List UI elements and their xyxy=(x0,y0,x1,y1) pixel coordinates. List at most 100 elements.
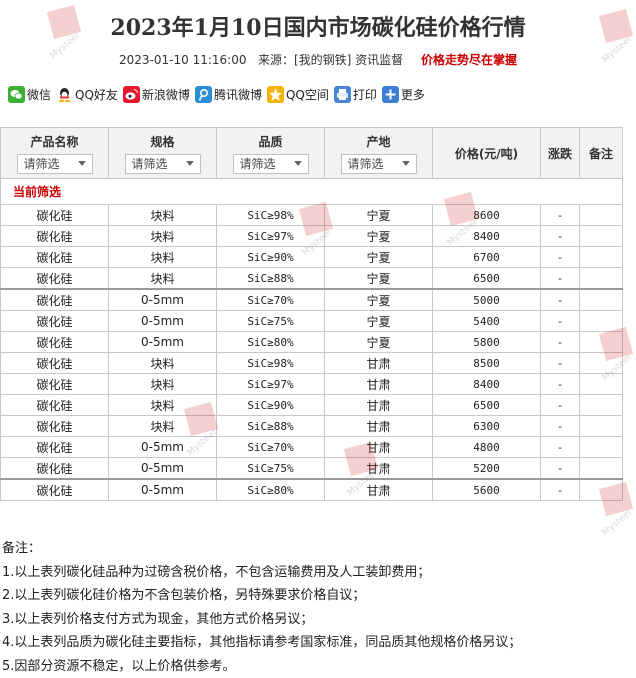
table-row: 碳化硅0-5mmSiC≥75%宁夏5400- xyxy=(1,311,623,332)
chevron-down-icon xyxy=(186,161,194,166)
cell-change: - xyxy=(541,205,580,226)
cell-remark xyxy=(580,353,623,374)
cell-name: 碳化硅 xyxy=(1,353,109,374)
cell-quality: SiC≥70% xyxy=(217,289,325,311)
cell-spec: 块料 xyxy=(109,374,217,395)
note-item: 5.因部分资源不稳定，以上价格供参考。 xyxy=(2,655,521,678)
share-wechat-label: 微信 xyxy=(27,86,51,103)
filter-origin[interactable]: 请筛选 xyxy=(341,154,417,174)
current-filter-label: 当前筛选 xyxy=(1,179,623,205)
cell-spec: 块料 xyxy=(109,268,217,290)
filter-product-name[interactable]: 请筛选 xyxy=(17,154,93,174)
table-row: 碳化硅0-5mmSiC≥70%甘肃4800- xyxy=(1,437,623,458)
cell-origin: 宁夏 xyxy=(325,226,433,247)
cell-name: 碳化硅 xyxy=(1,458,109,480)
filter-spec[interactable]: 请筛选 xyxy=(125,154,201,174)
cell-spec: 0-5mm xyxy=(109,458,217,480)
table-row: 碳化硅0-5mmSiC≥75%甘肃5200- xyxy=(1,458,623,480)
cell-quality: SiC≥98% xyxy=(217,205,325,226)
cell-remark xyxy=(580,458,623,480)
cell-quality: SiC≥98% xyxy=(217,353,325,374)
cell-change: - xyxy=(541,226,580,247)
watermark-text: Mysteel xyxy=(601,510,632,538)
cell-remark xyxy=(580,437,623,458)
table-row: 碳化硅0-5mmSiC≥70%宁夏5000- xyxy=(1,289,623,311)
note-item: 4.以上表列品质为碳化硅主要指标，其他指标请参考国家标准，同品质其他规格价格另议… xyxy=(2,631,521,655)
cell-price: 5600 xyxy=(433,479,541,501)
cell-origin: 宁夏 xyxy=(325,332,433,353)
header-product-name: 产品名称 请筛选 xyxy=(1,128,109,179)
cell-quality: SiC≥75% xyxy=(217,311,325,332)
cell-change: - xyxy=(541,416,580,437)
slogan-link[interactable]: 价格走势尽在掌握 xyxy=(421,53,517,67)
cell-origin: 甘肃 xyxy=(325,353,433,374)
cell-price: 5400 xyxy=(433,311,541,332)
cell-price: 6500 xyxy=(433,395,541,416)
cell-price: 6300 xyxy=(433,416,541,437)
cell-spec: 块料 xyxy=(109,247,217,268)
cell-spec: 0-5mm xyxy=(109,332,217,353)
share-bar: 微信 QQ好友 新浪微博 腾讯微博 QQ空间 打印 更多 xyxy=(8,86,430,103)
share-tencent-weibo[interactable]: 腾讯微博 xyxy=(195,86,262,103)
table-row: 碳化硅块料SiC≥97%宁夏8400- xyxy=(1,226,623,247)
cell-change: - xyxy=(541,437,580,458)
table-row: 碳化硅块料SiC≥98%甘肃8500- xyxy=(1,353,623,374)
cell-quality: SiC≥97% xyxy=(217,374,325,395)
cell-remark xyxy=(580,374,623,395)
cell-name: 碳化硅 xyxy=(1,247,109,268)
header-price: 价格(元/吨) xyxy=(433,128,541,179)
header-origin: 产地 请筛选 xyxy=(325,128,433,179)
notes-heading: 备注： xyxy=(2,537,521,561)
share-wechat[interactable]: 微信 xyxy=(8,86,51,103)
cell-price: 8400 xyxy=(433,374,541,395)
cell-quality: SiC≥75% xyxy=(217,458,325,480)
cell-change: - xyxy=(541,395,580,416)
share-qq-friend[interactable]: QQ好友 xyxy=(56,86,118,103)
cell-remark xyxy=(580,479,623,501)
cell-price: 4800 xyxy=(433,437,541,458)
qzone-icon xyxy=(267,86,284,103)
cell-change: - xyxy=(541,332,580,353)
weibo-icon xyxy=(123,86,140,103)
cell-origin: 甘肃 xyxy=(325,395,433,416)
share-qzone[interactable]: QQ空间 xyxy=(267,86,329,103)
table-row: 碳化硅0-5mmSiC≥80%甘肃5600- xyxy=(1,479,623,501)
share-weibo[interactable]: 新浪微博 xyxy=(123,86,190,103)
cell-price: 6500 xyxy=(433,268,541,290)
cell-spec: 0-5mm xyxy=(109,289,217,311)
more-icon xyxy=(382,86,399,103)
cell-price: 5000 xyxy=(433,289,541,311)
cell-name: 碳化硅 xyxy=(1,416,109,437)
cell-quality: SiC≥88% xyxy=(217,268,325,290)
print-button[interactable]: 打印 xyxy=(334,86,377,103)
header-quality: 品质 请筛选 xyxy=(217,128,325,179)
cell-change: - xyxy=(541,353,580,374)
cell-spec: 块料 xyxy=(109,226,217,247)
cell-origin: 甘肃 xyxy=(325,374,433,395)
cell-name: 碳化硅 xyxy=(1,289,109,311)
filter-quality[interactable]: 请筛选 xyxy=(233,154,309,174)
header-remark: 备注 xyxy=(580,128,623,179)
share-tencent-weibo-label: 腾讯微博 xyxy=(214,86,262,103)
cell-origin: 甘肃 xyxy=(325,458,433,480)
cell-change: - xyxy=(541,458,580,480)
note-item: 1.以上表列碳化硅品种为过磅含税价格，不包含运输费用及人工装卸费用； xyxy=(2,561,521,585)
cell-spec: 块料 xyxy=(109,205,217,226)
cell-spec: 0-5mm xyxy=(109,479,217,501)
cell-name: 碳化硅 xyxy=(1,332,109,353)
table-header: 产品名称 请筛选 规格 请筛选 品质 请筛选 产地 请筛选 价格(元/吨) 涨跌… xyxy=(1,128,623,179)
cell-remark xyxy=(580,226,623,247)
article-source: 来源：[我的钢铁] 资讯监督 xyxy=(258,53,403,67)
current-filter-row: 当前筛选 xyxy=(1,179,623,205)
cell-origin: 宁夏 xyxy=(325,205,433,226)
header-change: 涨跌 xyxy=(541,128,580,179)
notes: 备注： 1.以上表列碳化硅品种为过磅含税价格，不包含运输费用及人工装卸费用； 2… xyxy=(2,537,521,678)
table-row: 碳化硅块料SiC≥88%甘肃6300- xyxy=(1,416,623,437)
cell-price: 8600 xyxy=(433,205,541,226)
cell-remark xyxy=(580,289,623,311)
chevron-down-icon xyxy=(402,161,410,166)
cell-remark xyxy=(580,332,623,353)
cell-spec: 0-5mm xyxy=(109,311,217,332)
cell-origin: 宁夏 xyxy=(325,289,433,311)
share-more[interactable]: 更多 xyxy=(382,86,425,103)
